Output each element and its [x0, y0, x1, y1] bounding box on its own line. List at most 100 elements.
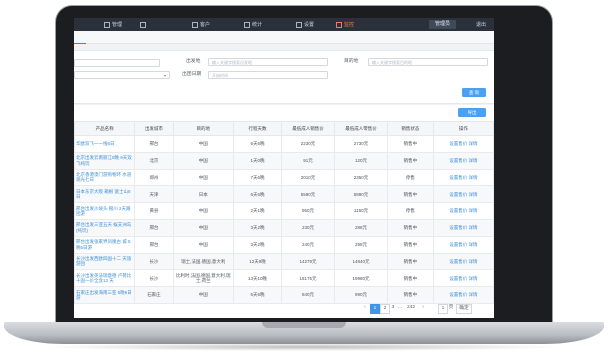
table-cell-days: 7天6晚	[232, 168, 283, 187]
alert-icon	[336, 21, 342, 28]
table-cell-city: 长沙	[134, 269, 174, 288]
active-sub-tab[interactable]	[74, 31, 86, 44]
table-cell-name[interactable]: 长沙出发英法瑞意德 卢荷比十国一价全含13 天	[74, 269, 136, 288]
product-table-panel: 导出 产品名称 出发城市 目的地 行程天数 最低成人销售价 最低成人零售价 销售…	[74, 105, 494, 318]
table-cell-dest: 中国	[172, 151, 234, 170]
column-header: 产品名称	[74, 121, 136, 136]
table-cell-name[interactable]: 邢台出发三亚五天 蜈支洲岛 (纯玩)	[74, 218, 136, 237]
table-cell-ops[interactable]: 设置售价 详情	[432, 202, 494, 220]
column-header: 目的地	[172, 121, 234, 136]
table-cell-retail: 120元	[334, 151, 388, 170]
table-cell-days: 6天5晚	[232, 135, 283, 153]
table-cell-days: 12天9晚	[232, 252, 283, 271]
table-cell-ops[interactable]: 设置售价 详情	[432, 218, 494, 237]
gear-icon	[296, 21, 302, 28]
table-cell-days: 13天10晚	[232, 269, 283, 288]
table-row: 邢台出发沙坡头 银川 2天跟团游 黄县 中国 2天1晚 950元 1150元 停售 设置售价 …	[74, 202, 494, 220]
table-cell-name[interactable]: 邢台出发张家界凤凰古 城 5晚6日游	[74, 235, 136, 254]
menu-icon	[104, 21, 110, 28]
nav-label: 设置	[304, 22, 315, 28]
table-cell-sale: 2010元	[281, 168, 336, 187]
column-header: 销售状态	[386, 121, 434, 136]
table-cell-name[interactable]: 邢台出发沙坡头 银川 2天跟团游	[74, 202, 136, 220]
table-cell-city: 邢台	[134, 218, 174, 237]
nav-item-customer[interactable]: 客户	[192, 21, 210, 29]
table-cell-name[interactable]: 华欧双飞一一线6日	[74, 135, 136, 153]
page-button[interactable]: 3	[390, 304, 396, 312]
table-cell-name[interactable]: 北京香港澳门游购物环 水道观光七日	[74, 168, 136, 187]
table-cell-retail: 288元	[334, 218, 388, 237]
table-cell-name[interactable]: 石家庄出发海南三亚 5晚6日游	[74, 286, 136, 304]
export-button[interactable]: 导出	[458, 108, 486, 117]
table-row: 邢台出发张家界凤凰古 城 5晚6日游 邢台 中国 3天2晚 240元 298元 销售中 设置售…	[74, 235, 494, 254]
next-page-button[interactable]: ›	[420, 304, 426, 312]
nav-item-manage[interactable]: 管理	[104, 21, 122, 29]
table-cell-name[interactable]: 北京出发云南丽江8晚 9天双飞纯玩	[74, 151, 136, 170]
table-cell-retail: 298元	[334, 235, 388, 254]
column-header: 最低成人零售价	[334, 121, 388, 136]
table-cell-city: 邢台	[134, 135, 174, 153]
prev-page-button[interactable]: ‹	[362, 304, 368, 312]
product-name-input[interactable]	[74, 59, 160, 67]
table-cell-status: 销售中	[386, 218, 434, 237]
table-cell-ops[interactable]: 设置售价 详情	[432, 269, 494, 288]
table-cell-days: 3天2晚	[232, 218, 283, 237]
table-cell-dest: 中国	[172, 168, 234, 187]
table-cell-status: 销售中	[386, 151, 434, 170]
table-cell-sale: 240元	[281, 235, 336, 254]
table-cell-sale: 950元	[281, 202, 336, 220]
table-cell-retail: 2350元	[334, 168, 388, 187]
origin-input[interactable]: 输入关键字搜索出发地	[208, 58, 328, 66]
table-cell-city: 长沙	[134, 252, 174, 271]
nav-item-settings[interactable]: 设置	[296, 21, 314, 29]
table-cell-status: 销售中	[386, 235, 434, 254]
nav-item-2[interactable]	[140, 21, 148, 29]
table-cell-name[interactable]: 日本东京大阪 箱根 富士山8日	[74, 185, 136, 204]
table-cell-sale: 18175元	[281, 269, 336, 288]
destination-input[interactable]: 输入关键字搜索目的地	[368, 58, 488, 66]
table-cell-name[interactable]: 长沙出发西欧四国十二 天旅游团	[74, 252, 136, 271]
table-cell-ops[interactable]: 设置售价 详情	[432, 235, 494, 254]
page-button-last[interactable]: 242	[404, 304, 418, 312]
table-cell-city: 天津	[134, 185, 174, 204]
table-cell-status: 销售中	[386, 185, 434, 204]
table-row: 日本东京大阪 箱根 富士山8日 天津 日本 6天5晚 5590元 5890元 销售中 设置售价…	[74, 185, 494, 204]
user-icon	[192, 21, 198, 28]
goto-confirm-button[interactable]: 确定	[456, 304, 472, 314]
nav-label: 客户	[200, 22, 211, 28]
table-cell-ops[interactable]: 设置售价 详情	[432, 286, 494, 304]
table-cell-ops[interactable]: 设置售价 详情	[432, 168, 494, 187]
table-cell-retail: 990元	[334, 286, 388, 304]
table-cell-ops[interactable]: 设置售价 详情	[432, 135, 494, 153]
nav-item-monitor[interactable]: 监控	[336, 21, 354, 29]
table-cell-ops[interactable]: 设置售价 详情	[432, 252, 494, 271]
column-header: 操作	[432, 121, 494, 136]
table-cell-city: 邢台	[134, 235, 174, 254]
nav-item-stats[interactable]: 统计	[244, 21, 262, 29]
user-menu[interactable]: 管理员	[428, 20, 456, 29]
screen: 管理 客户 统计 设置 监控 管理员 退出 ▾ 出发地 输入关键字搜索出发地 目…	[74, 18, 494, 318]
table-cell-sale: 2230元	[281, 135, 336, 153]
table-cell-status: 停售	[386, 202, 434, 220]
top-nav: 管理 客户 统计 设置 监控 管理员 退出	[74, 18, 494, 31]
table-row: 石家庄出发海南三亚 5晚6日游 石家庄 中国 6天5晚 840元 990元 销售中 设置售价 …	[74, 286, 494, 304]
page-button[interactable]: 1	[370, 304, 380, 314]
laptop-shadow	[40, 343, 568, 351]
table-cell-sale: 230元	[281, 218, 336, 237]
goto-page-input[interactable]: 1	[438, 304, 448, 314]
category-select[interactable]: ▾	[74, 71, 170, 79]
table-cell-days: 6天5晚	[232, 185, 283, 204]
date-input[interactable]: 开始时间	[208, 71, 328, 79]
page-button[interactable]: 2	[380, 304, 390, 314]
table-row: 长沙出发英法瑞意德 卢荷比十国一价全含13 天长沙 比利时,法国,德国,意大利,瑞…	[74, 269, 494, 288]
table-cell-retail: 5890元	[334, 185, 388, 204]
table-cell-sale: 91元	[281, 151, 336, 170]
table-cell-retail: 19980元	[334, 269, 388, 288]
origin-label: 出发地	[186, 59, 201, 64]
table-cell-ops[interactable]: 设置售价 详情	[432, 185, 494, 204]
table-cell-ops[interactable]: 设置售价 详情	[432, 151, 494, 170]
logout-link[interactable]: 退出	[476, 21, 486, 28]
search-button[interactable]: 查 询	[462, 88, 486, 97]
table-cell-sale: 840元	[281, 286, 336, 304]
laptop-mockup: 管理 客户 统计 设置 监控 管理员 退出 ▾ 出发地 输入关键字搜索出发地 目…	[0, 0, 608, 353]
